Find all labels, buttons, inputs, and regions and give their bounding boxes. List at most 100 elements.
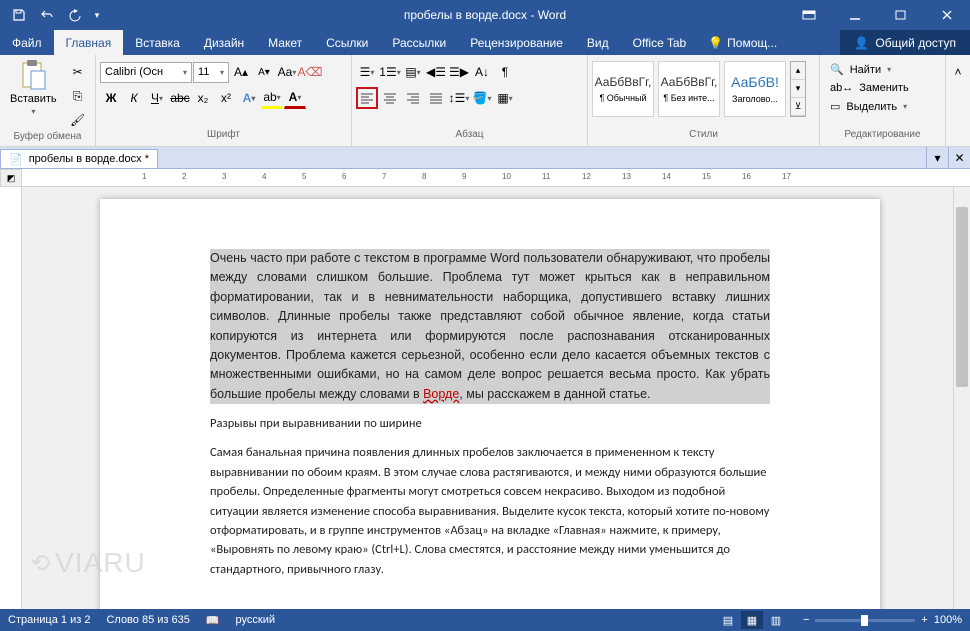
scroll-up-icon[interactable]: ▴ [791, 62, 805, 80]
group-paragraph-label: Абзац [356, 129, 583, 146]
inc-indent-icon[interactable]: ☰▶ [448, 61, 470, 83]
ribbon-options-icon[interactable] [786, 0, 832, 30]
clear-format-icon[interactable]: A⌫ [299, 61, 321, 83]
tell-me[interactable]: 💡 Помощ... [698, 30, 787, 55]
bold-icon[interactable]: Ж [100, 87, 122, 109]
scroll-down-icon[interactable]: ▾ [791, 80, 805, 98]
close-icon[interactable] [924, 0, 970, 30]
show-hide-icon[interactable]: ¶ [494, 61, 516, 83]
vertical-ruler[interactable] [0, 187, 22, 609]
select-icon: ▭ [830, 100, 840, 113]
print-layout-icon[interactable]: ▦ [741, 611, 763, 629]
redo-icon[interactable] [62, 2, 88, 28]
ruler-corner[interactable]: ◩ [0, 169, 22, 187]
find-button[interactable]: 🔍Найти▾ [824, 61, 897, 78]
group-styles-label: Стили [592, 129, 815, 146]
shrink-font-icon[interactable]: A▾ [253, 61, 275, 83]
page-count[interactable]: Страница 1 из 2 [8, 614, 90, 626]
style-normal[interactable]: АаБбВвГг, ¶ Обычный [592, 61, 654, 117]
collapse-ribbon-icon[interactable]: ˄ [947, 61, 969, 83]
tab-officetab[interactable]: Office Tab [621, 30, 699, 55]
lightbulb-icon: 💡 [708, 36, 723, 50]
style-no-spacing[interactable]: АаБбВвГг, ¶ Без инте... [658, 61, 720, 117]
tab-list-icon[interactable]: ▾ [926, 147, 948, 168]
text-effects-icon[interactable]: A▾ [238, 87, 260, 109]
tab-file[interactable]: Файл [0, 30, 54, 55]
bullets-icon[interactable]: ☰▾ [356, 61, 378, 83]
select-button[interactable]: ▭Выделить▾ [824, 98, 913, 115]
paragraph-1[interactable]: Очень часто при работе с текстом в прогр… [210, 249, 770, 404]
highlight-icon[interactable]: ab▾ [261, 87, 283, 109]
change-case-icon[interactable]: Aa▾ [276, 61, 298, 83]
maximize-icon[interactable] [878, 0, 924, 30]
justify-icon[interactable] [425, 87, 447, 109]
tab-review[interactable]: Рецензирование [458, 30, 575, 55]
zoom-out-icon[interactable]: − [803, 614, 809, 626]
paragraph-3[interactable]: Самая банальная причина появления длинны… [210, 443, 770, 579]
font-name-combo[interactable]: Calibri (Осн▾ [100, 62, 192, 83]
style-heading1[interactable]: АаБбВ! Заголово... [724, 61, 786, 117]
strikethrough-icon[interactable]: abc [169, 87, 191, 109]
word-count[interactable]: Слово 85 из 635 [106, 614, 189, 626]
borders-icon[interactable]: ▦▾ [494, 87, 516, 109]
multilevel-icon[interactable]: ▤▾ [402, 61, 424, 83]
share-icon: 👤 [854, 36, 869, 50]
tab-insert[interactable]: Вставка [123, 30, 192, 55]
qat-more-icon[interactable]: ▾ [90, 2, 104, 28]
group-font-label: Шрифт [100, 129, 347, 146]
horizontal-ruler[interactable]: 1234567891011121314151617 [22, 169, 970, 187]
zoom-in-icon[interactable]: + [921, 614, 927, 626]
spellcheck-icon[interactable]: 📖 [206, 614, 220, 627]
tab-home[interactable]: Главная [54, 30, 124, 55]
tab-layout[interactable]: Макет [256, 30, 314, 55]
group-editing-label: Редактирование [824, 129, 941, 146]
vertical-scrollbar[interactable] [953, 187, 970, 609]
page[interactable]: Очень часто при работе с текстом в прогр… [100, 199, 880, 609]
paste-button[interactable]: Вставить ▾ [4, 57, 63, 118]
font-color-icon[interactable]: A▾ [284, 87, 306, 109]
underline-icon[interactable]: Ч▾ [146, 87, 168, 109]
scroll-thumb[interactable] [956, 207, 968, 387]
minimize-icon[interactable] [832, 0, 878, 30]
align-left-icon[interactable] [356, 87, 378, 109]
tab-mailings[interactable]: Рассылки [380, 30, 458, 55]
tab-design[interactable]: Дизайн [192, 30, 256, 55]
styles-expand-icon[interactable]: ⊻ [791, 98, 805, 116]
share-button[interactable]: 👤 Общий доступ [840, 30, 970, 55]
zoom-slider[interactable] [815, 619, 915, 622]
line-spacing-icon[interactable]: ↕☰▾ [448, 87, 470, 109]
tab-references[interactable]: Ссылки [314, 30, 380, 55]
watermark: ⟲VIARU [30, 547, 146, 579]
paragraph-2[interactable]: Разрывы при выравнивании по ширине [210, 414, 770, 433]
format-painter-icon[interactable]: 🖌 [67, 109, 89, 131]
status-bar: Страница 1 из 2 Слово 85 из 635 📖 русски… [0, 609, 970, 631]
subscript-icon[interactable]: x₂ [192, 87, 214, 109]
undo-icon[interactable] [34, 2, 60, 28]
web-layout-icon[interactable]: ▥ [765, 611, 787, 629]
copy-icon[interactable]: ⎘ [67, 85, 89, 107]
replace-icon: ab↔ [830, 82, 853, 94]
styles-scroll[interactable]: ▴ ▾ ⊻ [790, 61, 806, 117]
cut-icon[interactable]: ✂ [67, 61, 89, 83]
shading-icon[interactable]: 🪣▾ [471, 87, 493, 109]
tab-view[interactable]: Вид [575, 30, 621, 55]
document-tab[interactable]: 📄 пробелы в ворде.docx * [0, 149, 158, 168]
zoom-level[interactable]: 100% [934, 614, 962, 626]
grow-font-icon[interactable]: A▴ [230, 61, 252, 83]
superscript-icon[interactable]: x² [215, 87, 237, 109]
align-center-icon[interactable] [379, 87, 401, 109]
numbering-icon[interactable]: 1☰▾ [379, 61, 401, 83]
sort-icon[interactable]: A↓ [471, 61, 493, 83]
ribbon-tabs: Файл Главная Вставка Дизайн Макет Ссылки… [0, 30, 970, 55]
replace-button[interactable]: ab↔Заменить [824, 80, 915, 96]
font-size-combo[interactable]: 11▾ [193, 62, 229, 83]
save-icon[interactable] [6, 2, 32, 28]
find-icon: 🔍 [830, 63, 844, 76]
italic-icon[interactable]: К [123, 87, 145, 109]
document-tab-bar: 📄 пробелы в ворде.docx * ▾ ✕ [0, 147, 970, 169]
align-right-icon[interactable] [402, 87, 424, 109]
dec-indent-icon[interactable]: ◀☰ [425, 61, 447, 83]
tab-close-icon[interactable]: ✕ [948, 147, 970, 168]
language-status[interactable]: русский [236, 614, 275, 626]
read-mode-icon[interactable]: ▤ [717, 611, 739, 629]
